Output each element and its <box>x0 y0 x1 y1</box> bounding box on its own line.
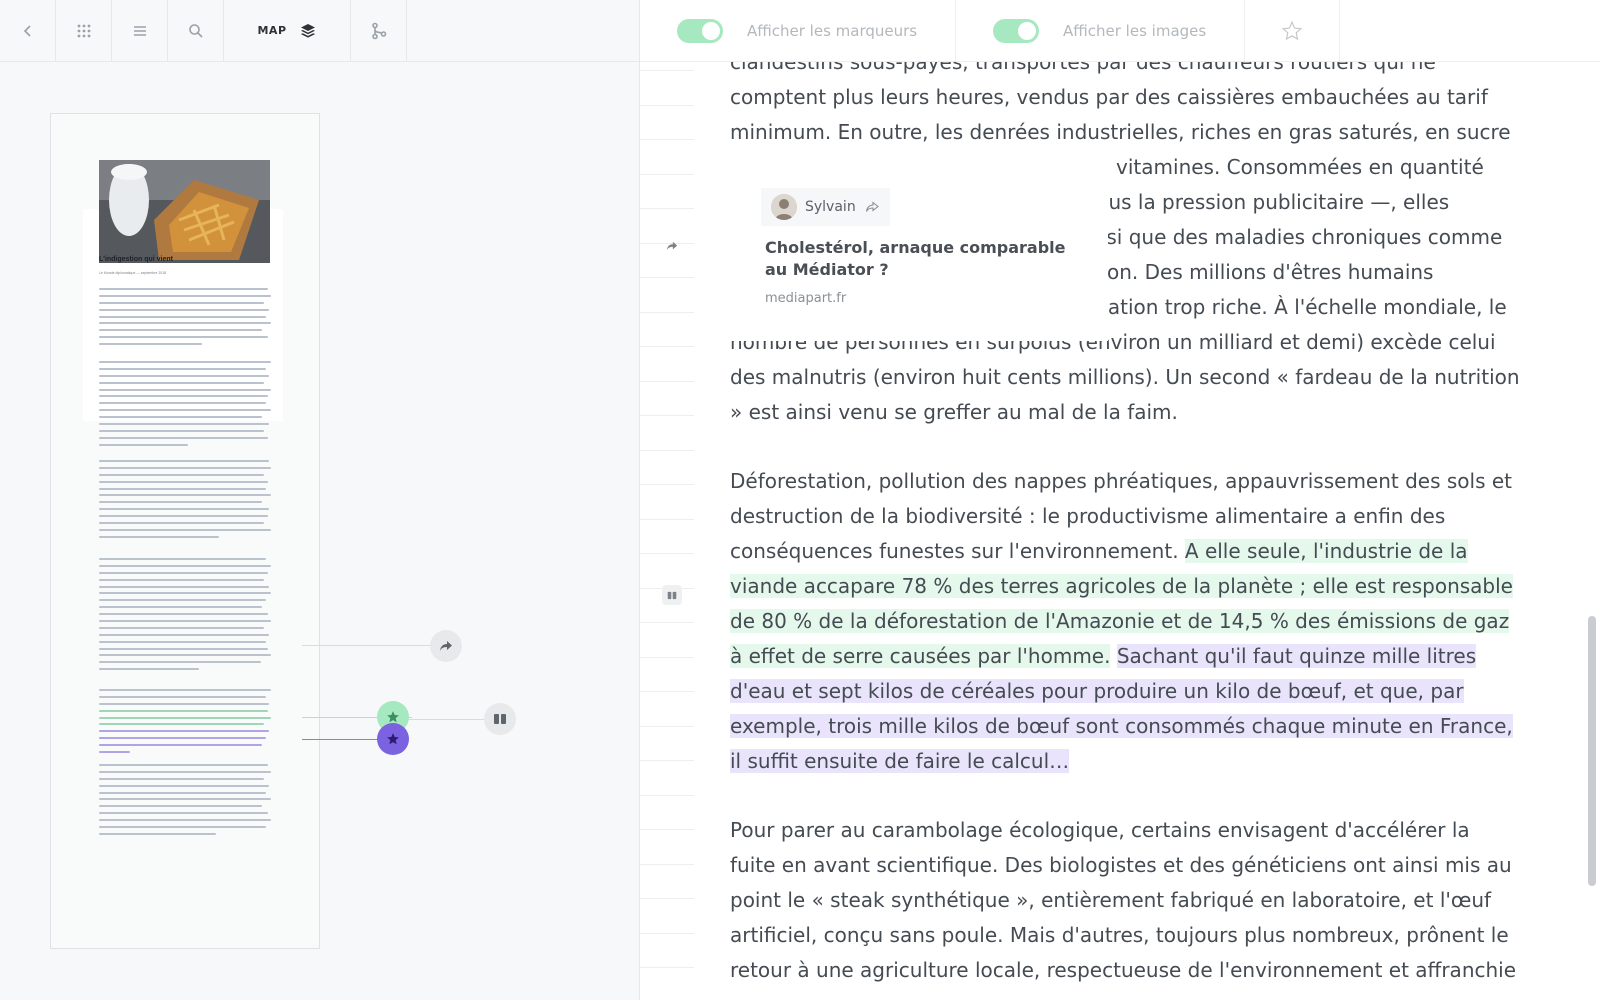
margin-rule <box>640 312 694 313</box>
thumbnail-text-block <box>99 460 271 543</box>
star-icon <box>387 711 399 723</box>
margin-rule <box>640 70 694 71</box>
author-name: Sylvain <box>805 199 856 215</box>
margin-rule <box>640 760 694 761</box>
quote-margin-button[interactable] <box>662 585 682 605</box>
menu-icon <box>133 25 146 36</box>
thumbnail-title: L'indigestion qui vient <box>99 256 173 263</box>
layers-icon <box>300 23 315 38</box>
margin-rule <box>640 726 694 727</box>
star-outline-icon <box>1281 20 1303 40</box>
margin-rule <box>640 277 694 278</box>
margin-rule <box>640 381 694 382</box>
margin-rule <box>640 484 694 485</box>
document-thumbnail[interactable]: L'indigestion qui vient Le Monde diploma… <box>50 113 320 949</box>
share-icon <box>440 641 452 651</box>
thumbnail-text-block <box>99 764 271 840</box>
article-paragraph: Pour parer au carambolage écologique, ce… <box>730 818 1517 982</box>
map-label: MAP <box>257 24 287 37</box>
favorite-button[interactable] <box>1245 0 1340 61</box>
map-pane: MAP L'indigestion qui vient Le Monde dip… <box>0 0 640 1000</box>
margin-rule <box>640 622 694 623</box>
quote-icon <box>667 591 677 599</box>
margin-rule <box>640 346 694 347</box>
thumbnail-text-block <box>99 689 271 758</box>
markers-toggle-label: Afficher les marqueurs <box>747 21 918 40</box>
reader-toolbar: Afficher les marqueurs Afficher les imag… <box>640 0 1600 62</box>
star-icon <box>387 733 399 745</box>
apps-button[interactable] <box>56 0 112 61</box>
margin-rule <box>640 174 694 175</box>
map-view-button[interactable]: MAP <box>224 0 351 61</box>
markers-toggle[interactable] <box>677 18 723 43</box>
author-chip[interactable]: Sylvain <box>761 188 890 226</box>
search-button[interactable] <box>168 0 224 61</box>
margin-rule <box>640 208 694 209</box>
margin-rule <box>640 415 694 416</box>
share-margin-button[interactable] <box>662 236 682 256</box>
margin-rule <box>640 967 694 968</box>
margin-rule <box>640 139 694 140</box>
share-connector-line <box>302 645 445 646</box>
menu-button[interactable] <box>112 0 168 61</box>
images-toggle-label: Afficher les images <box>1063 21 1207 40</box>
margin-rule <box>640 657 694 658</box>
line-margin <box>640 62 694 1000</box>
margin-rule <box>640 933 694 934</box>
thumbnail-photo <box>99 160 270 263</box>
share-icon <box>666 241 678 251</box>
back-icon <box>23 24 31 37</box>
apps-grid-icon <box>77 24 90 37</box>
margin-rule <box>640 864 694 865</box>
back-button[interactable] <box>0 0 56 61</box>
margin-rule <box>640 829 694 830</box>
link-preview-popup[interactable]: Sylvain Cholestérol, arnaque comparable … <box>716 151 1108 341</box>
markers-toggle-group: Afficher les marqueurs <box>640 0 956 61</box>
margin-rule <box>640 450 694 451</box>
thumbnail-text-block <box>99 558 271 675</box>
tree-branch-icon <box>371 22 386 39</box>
quote-icon <box>494 714 506 724</box>
thumbnail-subtitle: Le Monde diplomatique — septembre 2018 <box>99 271 167 275</box>
article-paragraph: Déforestation, pollution des nappes phré… <box>730 464 1520 779</box>
share-icon <box>865 201 879 212</box>
thumbnail-text-block <box>99 288 271 350</box>
images-toggle-group: Afficher les images <box>956 0 1245 61</box>
margin-rule <box>640 691 694 692</box>
popup-source: mediapart.fr <box>765 291 847 306</box>
thumbnail-text-block <box>99 361 271 451</box>
search-icon <box>188 23 203 38</box>
tree-button[interactable] <box>351 0 407 61</box>
map-toolbar: MAP <box>0 0 640 62</box>
margin-rule <box>640 898 694 899</box>
margin-rule <box>640 105 694 106</box>
popup-title[interactable]: Cholestérol, arnaque comparable au Média… <box>765 237 1085 281</box>
margin-rule <box>640 519 694 520</box>
share-marker[interactable] <box>430 630 462 662</box>
avatar <box>771 194 797 220</box>
scrollbar-thumb[interactable] <box>1588 616 1596 886</box>
purple-star-marker[interactable] <box>377 723 409 755</box>
margin-rule <box>640 553 694 554</box>
images-toggle[interactable] <box>993 18 1039 43</box>
quote-marker[interactable] <box>484 703 516 735</box>
reader-pane: Afficher les marqueurs Afficher les imag… <box>640 0 1600 1000</box>
margin-rule <box>640 795 694 796</box>
